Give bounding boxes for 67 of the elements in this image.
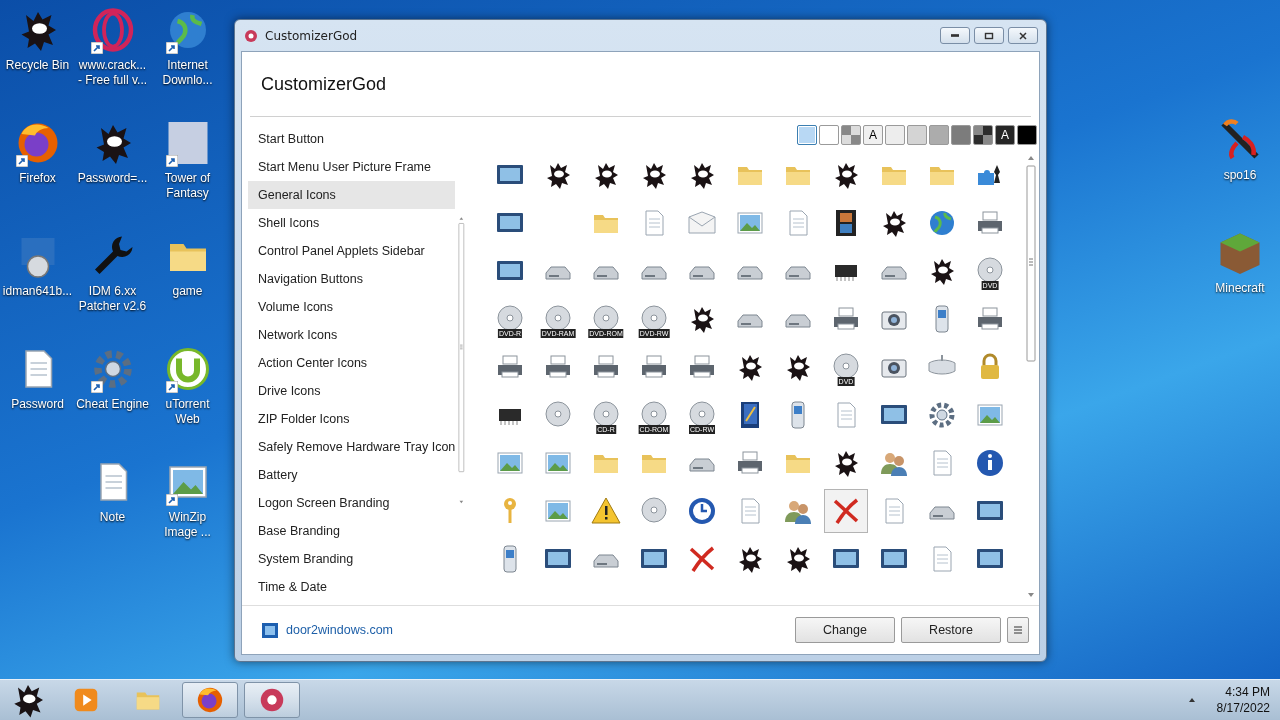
clock-date: 8/17/2022 [1216,700,1270,716]
desktop-shortcut[interactable]: game [150,232,225,345]
background-swatch[interactable]: A [995,125,1015,145]
cog-icon [243,27,259,44]
background-swatch[interactable] [951,125,971,145]
desktop-shortcut[interactable]: idman641b... [0,232,75,345]
sidebar-item[interactable]: Shell Icons [248,209,456,237]
background-swatch[interactable] [973,125,993,145]
maximize-button[interactable] [974,27,1004,44]
desktop-shortcut[interactable]: Cheat Engine [75,345,150,458]
clock-icon [686,495,718,527]
flame-globe-icon [195,685,225,715]
desktop-shortcut[interactable]: WinZip Image ... [150,458,225,571]
sidebar-item[interactable]: System Branding [248,545,456,573]
menu-button[interactable] [1007,617,1029,643]
sidebar-item[interactable]: Battery [248,461,456,489]
background-swatch[interactable]: A [863,125,883,145]
sidebar-item[interactable]: Start Menu User Picture Frame [248,153,456,181]
info-icon [974,447,1006,479]
minimize-button[interactable] [940,27,970,44]
sidebar-item[interactable]: Navigation Buttons [248,265,456,293]
action-button[interactable]: Change [795,617,895,643]
desktop-shortcut[interactable]: www.crack... - Free full v... [75,6,150,119]
action-button[interactable]: Restore [901,617,1001,643]
window-logo-icon [260,620,280,640]
desktop-shortcut[interactable]: Password=... [75,119,150,232]
desktop-shortcut[interactable]: Internet Downlo... [150,6,225,119]
sidebar-item[interactable]: Time & Date [248,573,456,601]
background-swatch[interactable] [797,125,817,145]
warning-icon [590,495,622,527]
background-swatch[interactable] [885,125,905,145]
sidebar-item[interactable]: Logon Screen Branding [248,489,456,517]
background-swatch[interactable] [907,125,927,145]
window-title: CustomizerGod [265,28,358,43]
background-swatch[interactable] [819,125,839,145]
sidebar-item[interactable]: Action Center Icons [248,349,456,377]
close-button[interactable] [1008,27,1038,44]
sidebar-item[interactable]: General Icons [248,181,456,209]
icon-tile[interactable] [824,489,868,533]
desktop-shortcut[interactable]: IDM 6.xx Patcher v2.6 [75,232,150,345]
sidebar-item[interactable]: Control Panel Applets Sidebar [248,237,456,265]
clock-time: 4:34 PM [1225,684,1270,700]
taskbar-button[interactable] [182,682,238,718]
background-swatch[interactable] [929,125,949,145]
website-link[interactable]: door2windows.com [286,623,393,637]
close-icon [1018,30,1028,41]
app-heading: CustomizerGod [260,72,388,96]
background-swatch[interactable] [841,125,861,145]
sidebar-item[interactable]: Base Branding [248,517,456,545]
sidebar-item[interactable]: Drive Icons [248,377,456,405]
sidebar-item[interactable]: Start Button [248,125,456,153]
taskbar-button[interactable] [244,682,300,718]
desktop-shortcut[interactable]: Firefox [0,119,75,232]
minimize-icon [951,34,959,37]
sidebar-item[interactable]: ZIP Folder Icons [248,405,456,433]
desktop-shortcut[interactable]: Tower of Fantasy [150,119,225,232]
desktop-shortcut[interactable]: Recycle Bin [0,6,75,119]
desktop-shortcut[interactable]: Password [0,345,75,458]
sidebar-item[interactable]: Network Icons [248,321,456,349]
desktop-shortcut[interactable]: uTorrent Web [150,345,225,458]
maximize-icon [984,30,994,41]
desktop-shortcut[interactable]: spo16 [1200,116,1280,229]
menu-icon [1013,625,1023,635]
background-swatch[interactable] [1017,125,1037,145]
sidebar-item[interactable]: Safely Remove Hardware Tray Icon [248,433,456,461]
desktop-shortcut[interactable]: Note [75,458,150,571]
sidebar-item[interactable]: Volume Icons [248,293,456,321]
